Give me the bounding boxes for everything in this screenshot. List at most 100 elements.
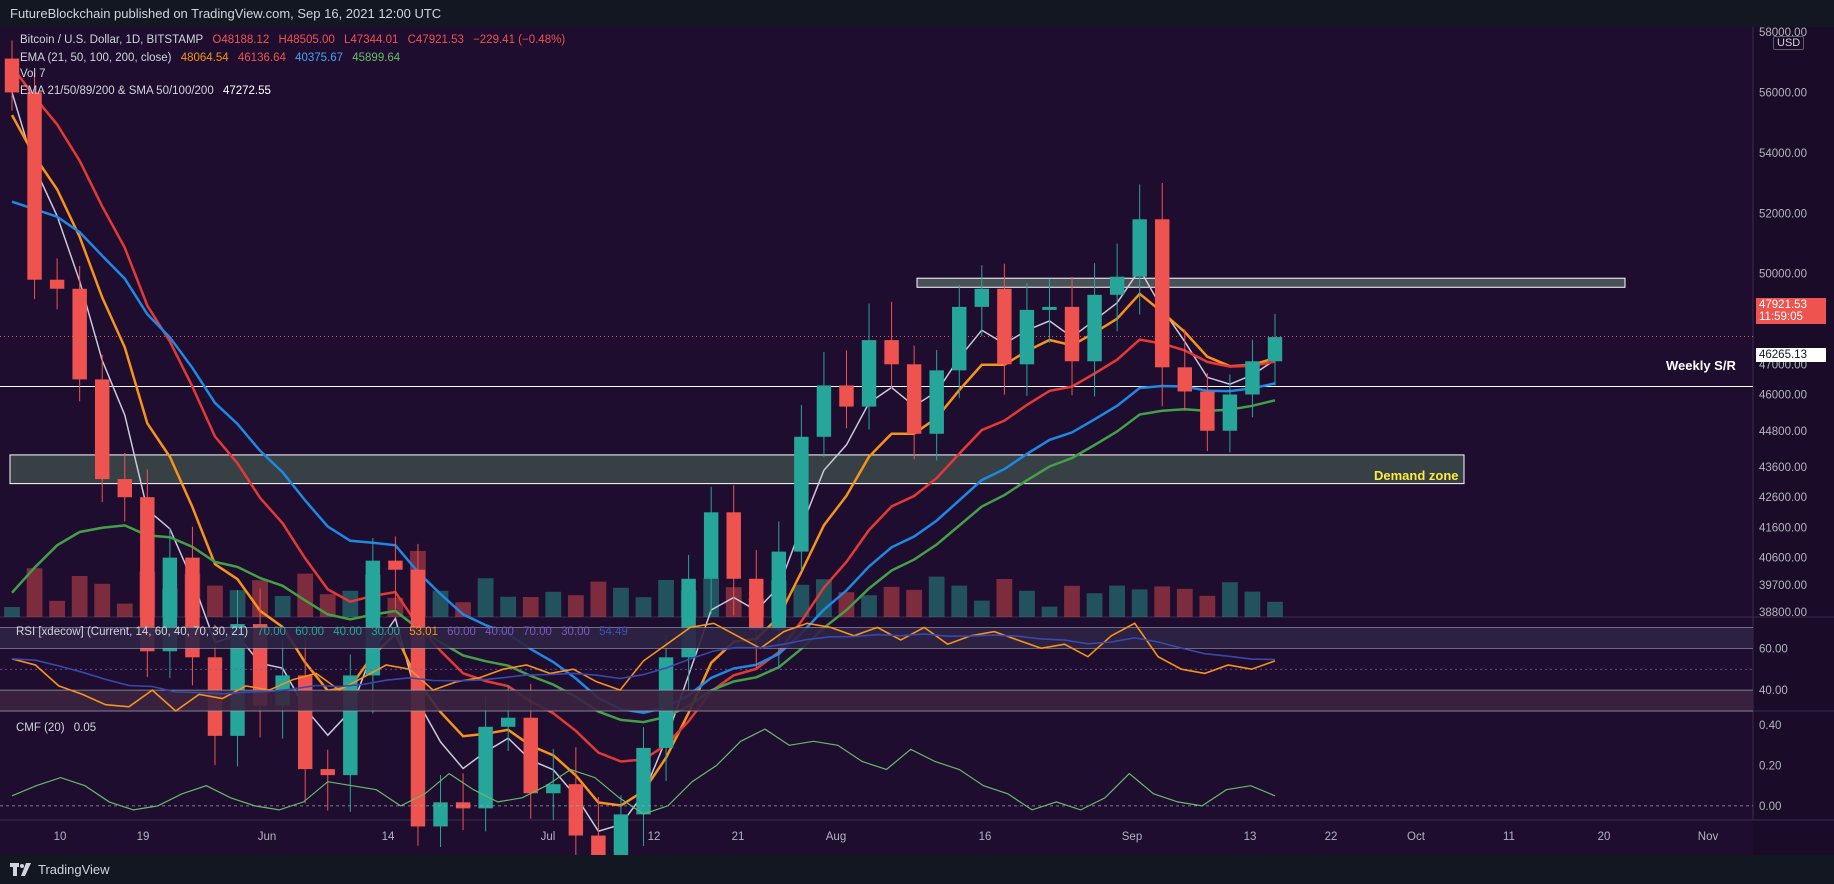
candle-body-40 bbox=[906, 364, 922, 434]
price-tick-1: 56000.00 bbox=[1759, 87, 1807, 99]
volume-bar-42 bbox=[951, 585, 968, 617]
candle-body-52 bbox=[1177, 367, 1193, 392]
rsi-value-7: 40.00 bbox=[485, 626, 514, 638]
rsi-value-5: 53.01 bbox=[409, 626, 438, 638]
time-tick-14: 20 bbox=[1598, 831, 1611, 843]
candle-body-35 bbox=[794, 436, 809, 552]
candle-body-43 bbox=[974, 288, 990, 307]
volume-bar-38 bbox=[861, 595, 877, 617]
cmf-tick-0: 0.40 bbox=[1759, 720, 1781, 732]
time-tick-6: 21 bbox=[732, 831, 745, 843]
volume-bar-47 bbox=[1064, 585, 1080, 617]
candle-body-23 bbox=[523, 717, 538, 794]
legend-cmf-row: CMF (20) 0.05 bbox=[16, 722, 102, 734]
volume-bar-49 bbox=[1109, 585, 1126, 617]
price-tick-3: 52000.00 bbox=[1759, 208, 1807, 220]
cmf-tick-1: 0.20 bbox=[1759, 761, 1781, 773]
time-tick-10: 13 bbox=[1244, 831, 1257, 843]
legend-ema-sma-label: EMA 21/50/89/200 & SMA 50/100/200 bbox=[20, 85, 214, 97]
candle-body-16 bbox=[365, 560, 381, 676]
candle-body-25 bbox=[568, 784, 584, 836]
rsi-value-8: 70.00 bbox=[523, 626, 552, 638]
candle-body-49 bbox=[1109, 276, 1125, 295]
legend-change: −229.41 (−0.48%) bbox=[473, 34, 566, 46]
rsi-oversold-band bbox=[0, 690, 1753, 711]
volume-bar-56 bbox=[1267, 601, 1283, 617]
time-tick-12: Oct bbox=[1407, 831, 1426, 843]
volume-bar-2 bbox=[49, 600, 66, 617]
time-tick-5: 12 bbox=[648, 831, 661, 843]
currency-badge[interactable]: USD bbox=[1773, 36, 1805, 50]
legend-high: H48505.00 bbox=[278, 34, 335, 46]
candle-body-42 bbox=[952, 306, 967, 371]
candle-body-55 bbox=[1245, 361, 1260, 395]
demand-zone-label: Demand zone bbox=[1374, 468, 1459, 483]
candle-body-1 bbox=[27, 92, 42, 280]
legend-ema50: 46136.64 bbox=[237, 52, 286, 64]
legend-symbol-row: Bitcoin / U.S. Dollar, 1D, BITSTAMP O481… bbox=[20, 34, 571, 46]
volume-bar-55 bbox=[1244, 591, 1261, 617]
candle-body-46 bbox=[1042, 306, 1057, 310]
time-tick-2: Jun bbox=[258, 831, 277, 843]
candle-body-48 bbox=[1087, 294, 1102, 362]
candle-body-28 bbox=[636, 747, 651, 815]
candle-body-37 bbox=[839, 385, 854, 407]
volume-bar-41 bbox=[928, 576, 945, 617]
volume-bar-28 bbox=[635, 597, 652, 617]
chart-canvas[interactable]: 60.0040.00 0.400.200.00 58000.0056000.00… bbox=[0, 27, 1834, 855]
candle-body-31 bbox=[703, 512, 719, 579]
weekly-sr-text: Weekly S/R bbox=[1666, 358, 1736, 373]
volume-bar-25 bbox=[567, 595, 584, 617]
time-tick-15: Nov bbox=[1698, 831, 1719, 843]
chart-background bbox=[0, 27, 1834, 855]
price-tick-9: 43600.00 bbox=[1759, 462, 1807, 474]
candle-body-24 bbox=[546, 784, 561, 794]
legend-ema-row: EMA (21, 50, 100, 200, close) 48064.54 4… bbox=[20, 52, 406, 64]
time-tick-1: 19 bbox=[137, 831, 150, 843]
candle-body-3 bbox=[72, 288, 87, 380]
candle-body-33 bbox=[749, 578, 764, 631]
volume-bar-44 bbox=[996, 579, 1013, 617]
rsi-value-6: 60.00 bbox=[447, 626, 476, 638]
volume-bar-54 bbox=[1221, 582, 1238, 617]
candle-body-14 bbox=[320, 769, 335, 776]
time-tick-8: 16 bbox=[979, 831, 992, 843]
candle-body-26 bbox=[591, 835, 606, 855]
rsi-value-2: 60.00 bbox=[295, 626, 325, 638]
legend-ema-sma-row: EMA 21/50/89/200 & SMA 50/100/200 47272.… bbox=[20, 85, 277, 97]
volume-bar-48 bbox=[1086, 593, 1103, 617]
price-tick-12: 40600.00 bbox=[1759, 553, 1807, 565]
price-tick-8: 44800.00 bbox=[1759, 426, 1807, 438]
legend-rsi-row: RSI [xdecow] (Current, 14, 60, 40, 70, 3… bbox=[16, 626, 634, 638]
legend-vol: Vol 7 bbox=[20, 68, 46, 80]
rsi-tick-0: 60.00 bbox=[1759, 643, 1788, 655]
tradingview-brand[interactable]: TradingView bbox=[10, 855, 110, 884]
legend-open: O48188.12 bbox=[212, 34, 270, 46]
volume-bar-4 bbox=[94, 583, 111, 617]
volume-bar-53 bbox=[1199, 595, 1216, 617]
candle-1[interactable] bbox=[27, 72, 42, 300]
legend-symbol: Bitcoin / U.S. Dollar, 1D, BITSTAMP bbox=[20, 34, 204, 46]
sr-price: 46265.13 bbox=[1759, 349, 1807, 361]
rsi-value-1: 70.00 bbox=[257, 626, 287, 638]
price-tick-10: 42600.00 bbox=[1759, 492, 1807, 504]
legend-ema100: 40375.67 bbox=[295, 52, 344, 64]
candle-body-54 bbox=[1222, 394, 1238, 431]
last-price-tag: 47921.53 11:59:05 bbox=[1756, 298, 1826, 324]
legend-ema200: 45899.64 bbox=[352, 52, 401, 64]
legend-ema21: 48064.54 bbox=[180, 52, 229, 64]
volume-bar-26 bbox=[590, 581, 607, 617]
time-tick-9: Sep bbox=[1122, 831, 1142, 843]
cmf-value: 0.05 bbox=[73, 722, 97, 734]
candle-body-51 bbox=[1155, 219, 1170, 368]
price-tick-4: 50000.00 bbox=[1759, 269, 1807, 281]
volume-bar-27 bbox=[613, 587, 629, 617]
cmf-label: CMF (20) bbox=[16, 722, 65, 734]
countdown: 11:59:05 bbox=[1759, 311, 1803, 323]
volume-bar-22 bbox=[500, 596, 517, 617]
time-tick-13: 11 bbox=[1503, 831, 1515, 843]
rsi-label: RSI [xdecow] (Current, 14, 60, 40, 70, 3… bbox=[16, 626, 249, 638]
rsi-tick-1: 40.00 bbox=[1759, 685, 1788, 697]
candle-body-36 bbox=[816, 385, 832, 437]
volume-bar-46 bbox=[1041, 606, 1058, 617]
